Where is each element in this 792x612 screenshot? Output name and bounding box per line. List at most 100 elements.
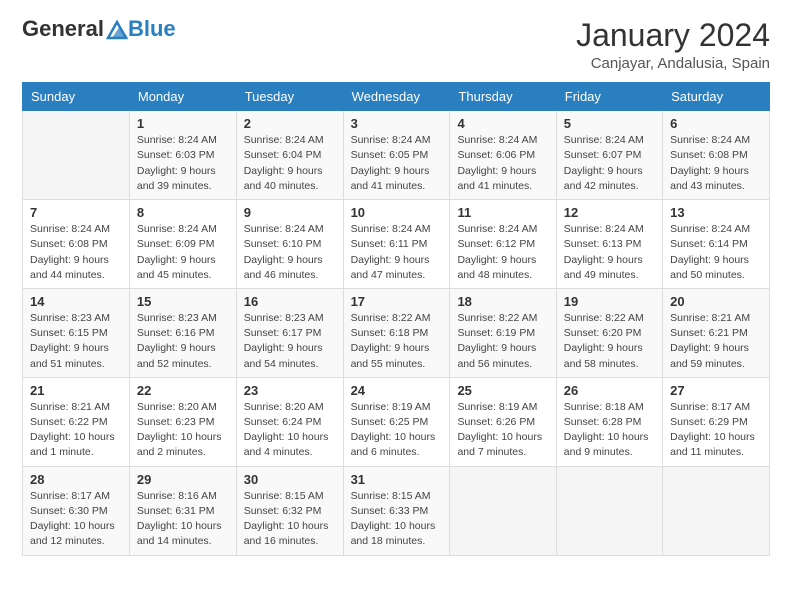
day-info: Sunrise: 8:19 AM Sunset: 6:26 PM Daylight:… [457, 400, 548, 461]
sunrise-text: Sunrise: 8:24 AM [564, 223, 644, 235]
daylight-text: Daylight: 9 hours and 41 minutes. [457, 165, 536, 192]
sunset-text: Sunset: 6:05 PM [351, 149, 429, 161]
day-info: Sunrise: 8:24 AM Sunset: 6:06 PM Daylight:… [457, 133, 548, 194]
calendar-week-row: 21Sunrise: 8:21 AMSunset: 6:22 PMDayligh… [23, 377, 770, 466]
sunset-text: Sunset: 6:23 PM [137, 416, 215, 428]
daylight-text: Daylight: 9 hours and 59 minutes. [670, 342, 749, 369]
table-row: 25Sunrise: 8:19 AMSunset: 6:26 PMDayligh… [450, 377, 556, 466]
daylight-text: Daylight: 10 hours and 12 minutes. [30, 520, 115, 547]
day-number: 2 [244, 116, 336, 131]
calendar-week-row: 14Sunrise: 8:23 AMSunset: 6:15 PMDayligh… [23, 288, 770, 377]
col-wednesday: Wednesday [343, 83, 450, 111]
table-row [23, 111, 130, 200]
sunrise-text: Sunrise: 8:20 AM [137, 401, 217, 413]
col-thursday: Thursday [450, 83, 556, 111]
day-number: 7 [30, 205, 122, 220]
day-number: 23 [244, 383, 336, 398]
daylight-text: Daylight: 9 hours and 49 minutes. [564, 254, 643, 281]
table-row: 26Sunrise: 8:18 AMSunset: 6:28 PMDayligh… [556, 377, 662, 466]
day-info: Sunrise: 8:15 AMSunset: 6:32 PMDaylight:… [244, 489, 336, 550]
daylight-text: Daylight: 9 hours and 43 minutes. [670, 165, 749, 192]
day-number: 14 [30, 294, 122, 309]
sunrise-text: Sunrise: 8:24 AM [457, 223, 537, 235]
day-number: 31 [351, 472, 443, 487]
day-number: 24 [351, 383, 443, 398]
sunrise-text: Sunrise: 8:24 AM [564, 134, 644, 146]
sunset-text: Sunset: 6:17 PM [244, 327, 322, 339]
table-row: 14Sunrise: 8:23 AMSunset: 6:15 PMDayligh… [23, 288, 130, 377]
sunset-text: Sunset: 6:11 PM [351, 238, 428, 250]
table-row: 5Sunrise: 8:24 AMSunset: 6:07 PMDaylight… [556, 111, 662, 200]
sunset-text: Sunset: 6:24 PM [244, 416, 322, 428]
day-number: 20 [670, 294, 762, 309]
sunrise-text: Sunrise: 8:24 AM [351, 134, 431, 146]
daylight-text: Daylight: 10 hours and 4 minutes. [244, 431, 329, 458]
sunrise-text: Sunrise: 8:22 AM [564, 312, 644, 324]
sunset-text: Sunset: 6:26 PM [457, 416, 535, 428]
table-row: 10Sunrise: 8:24 AMSunset: 6:11 PMDayligh… [343, 200, 450, 289]
day-number: 10 [351, 205, 443, 220]
daylight-text: Daylight: 10 hours and 14 minutes. [137, 520, 222, 547]
sunset-text: Sunset: 6:19 PM [457, 327, 535, 339]
sunset-text: Sunset: 6:25 PM [351, 416, 429, 428]
sunrise-text: Sunrise: 8:23 AM [30, 312, 110, 324]
sunrise-text: Sunrise: 8:24 AM [670, 134, 750, 146]
day-number: 17 [351, 294, 443, 309]
sunset-text: Sunset: 6:28 PM [564, 416, 642, 428]
table-row: 12Sunrise: 8:24 AMSunset: 6:13 PMDayligh… [556, 200, 662, 289]
day-number: 29 [137, 472, 229, 487]
sunset-text: Sunset: 6:09 PM [137, 238, 215, 250]
logo-icon [106, 20, 128, 40]
table-row: 9 Sunrise: 8:24 AM Sunset: 6:10 PM Daylight… [236, 200, 343, 289]
day-number: 9 [244, 205, 336, 220]
sunrise-text: Sunrise: 8:21 AM [30, 401, 110, 413]
daylight-text: Daylight: 9 hours and 46 minutes. [244, 254, 323, 281]
sunset-text: Sunset: 6:08 PM [670, 149, 748, 161]
table-row: 2Sunrise: 8:24 AMSunset: 6:04 PMDaylight… [236, 111, 343, 200]
table-row: 15Sunrise: 8:23 AMSunset: 6:16 PMDayligh… [129, 288, 236, 377]
sunrise-text: Sunrise: 8:17 AM [30, 490, 110, 502]
sunset-text: Sunset: 6:07 PM [564, 149, 642, 161]
col-friday: Friday [556, 83, 662, 111]
table-row: 21Sunrise: 8:21 AMSunset: 6:22 PMDayligh… [23, 377, 130, 466]
sunrise-text: Sunrise: 8:24 AM [244, 223, 324, 235]
day-info: Sunrise: 8:22 AMSunset: 6:20 PMDaylight:… [564, 311, 655, 372]
calendar-week-row: 28Sunrise: 8:17 AMSunset: 6:30 PMDayligh… [23, 466, 770, 555]
sunrise-text: Sunrise: 8:24 AM [457, 134, 537, 146]
sunset-text: Sunset: 6:06 PM [457, 149, 535, 161]
sunset-text: Sunset: 6:10 PM [244, 238, 322, 250]
col-saturday: Saturday [663, 83, 770, 111]
sunrise-text: Sunrise: 8:19 AM [457, 401, 537, 413]
daylight-text: Daylight: 10 hours and 7 minutes. [457, 431, 542, 458]
sunrise-text: Sunrise: 8:15 AM [351, 490, 431, 502]
table-row: 23Sunrise: 8:20 AMSunset: 6:24 PMDayligh… [236, 377, 343, 466]
table-row: 20Sunrise: 8:21 AMSunset: 6:21 PMDayligh… [663, 288, 770, 377]
sunset-text: Sunset: 6:22 PM [30, 416, 108, 428]
subtitle: Canjayar, Andalusia, Spain [576, 55, 770, 72]
day-number: 26 [564, 383, 655, 398]
daylight-text: Daylight: 9 hours and 40 minutes. [244, 165, 323, 192]
table-row [450, 466, 556, 555]
sunset-text: Sunset: 6:14 PM [670, 238, 748, 250]
day-info: Sunrise: 8:24 AMSunset: 6:03 PMDaylight:… [137, 133, 229, 194]
table-row: 31Sunrise: 8:15 AMSunset: 6:33 PMDayligh… [343, 466, 450, 555]
sunrise-text: Sunrise: 8:22 AM [457, 312, 537, 324]
sunrise-text: Sunrise: 8:17 AM [670, 401, 750, 413]
daylight-text: Daylight: 9 hours and 41 minutes. [351, 165, 430, 192]
col-sunday: Sunday [23, 83, 130, 111]
day-info: Sunrise: 8:16 AMSunset: 6:31 PMDaylight:… [137, 489, 229, 550]
day-info: Sunrise: 8:17 AMSunset: 6:29 PMDaylight:… [670, 400, 762, 461]
table-row: 24Sunrise: 8:19 AMSunset: 6:25 PMDayligh… [343, 377, 450, 466]
daylight-text: Daylight: 10 hours and 11 minutes. [670, 431, 755, 458]
sunset-text: Sunset: 6:18 PM [351, 327, 429, 339]
day-info: Sunrise: 8:24 AM Sunset: 6:10 PM Daylight:… [244, 222, 336, 283]
daylight-text: Daylight: 9 hours and 56 minutes. [457, 342, 536, 369]
daylight-text: Daylight: 10 hours and 9 minutes. [564, 431, 649, 458]
sunrise-text: Sunrise: 8:24 AM [30, 223, 110, 235]
table-row [556, 466, 662, 555]
day-info: Sunrise: 8:24 AMSunset: 6:09 PMDaylight:… [137, 222, 229, 283]
table-row: 7Sunrise: 8:24 AMSunset: 6:08 PMDaylight… [23, 200, 130, 289]
calendar-table: Sunday Monday Tuesday Wednesday Thursday… [22, 82, 770, 555]
day-number: 12 [564, 205, 655, 220]
sunrise-text: Sunrise: 8:23 AM [244, 312, 324, 324]
